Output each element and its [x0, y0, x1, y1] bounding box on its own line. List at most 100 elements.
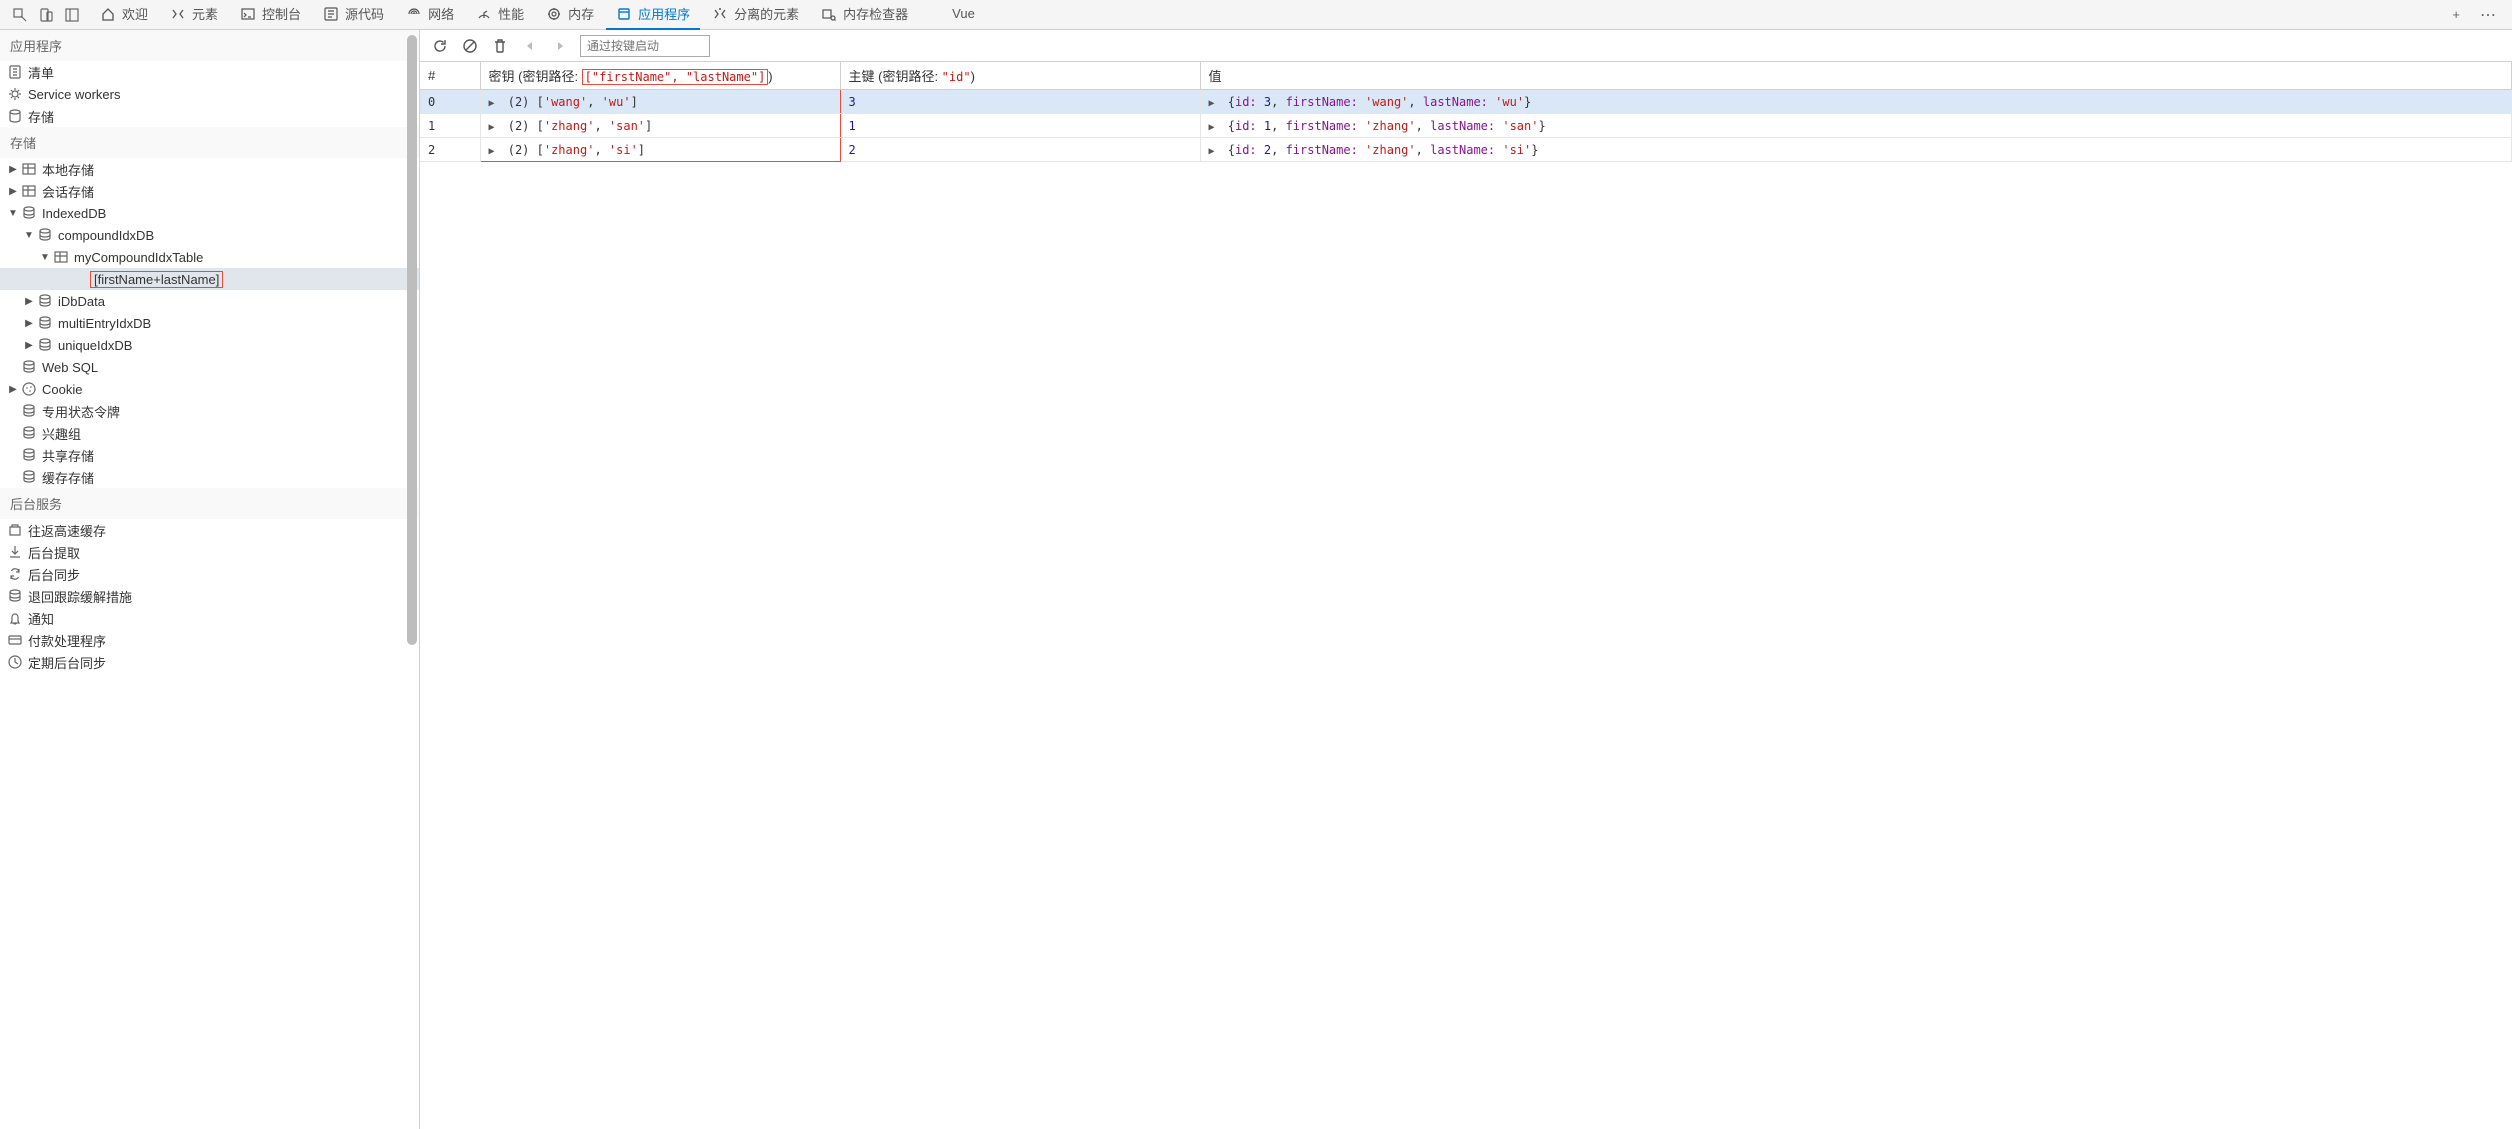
- tab-detached[interactable]: 分离的元素: [702, 0, 809, 30]
- col-index[interactable]: #: [420, 62, 480, 90]
- sidebar-item-label: 专用状态令牌: [42, 402, 413, 421]
- expand-icon: ▶: [22, 340, 36, 351]
- sidebar-item[interactable]: Web SQL: [0, 356, 419, 378]
- table-row[interactable]: 0▶ (2) ['wang', 'wu']3▶ {id: 3, firstNam…: [420, 90, 2512, 114]
- sidebar-item[interactable]: ▶会话存储: [0, 180, 419, 202]
- sidebar-item[interactable]: ▶本地存储: [0, 158, 419, 180]
- sidebar-item[interactable]: ▶ uniqueIdxDB: [0, 334, 419, 356]
- performance-icon: [476, 6, 492, 22]
- tab-network[interactable]: 网络: [396, 0, 464, 30]
- sidebar-item-label: 后台同步: [28, 565, 413, 584]
- application-sidebar: 应用程序 清单Service workers存储 存储 ▶本地存储▶会话存储▼I…: [0, 30, 420, 1129]
- topbar-dock-controls: [6, 7, 86, 23]
- table-row[interactable]: 2▶ (2) ['zhang', 'si']2▶ {id: 2, firstNa…: [420, 138, 2512, 162]
- table-row[interactable]: 1▶ (2) ['zhang', 'san']1▶ {id: 1, firstN…: [420, 114, 2512, 138]
- sidebar-item[interactable]: ▶multiEntryIdxDB: [0, 312, 419, 334]
- sidebar-item[interactable]: 兴趣组: [0, 422, 419, 444]
- tab-home[interactable]: 欢迎: [90, 0, 158, 30]
- tab-label: 内存: [568, 4, 594, 23]
- tab-meminspect[interactable]: 内存检查器: [811, 0, 918, 30]
- tab-console[interactable]: 控制台: [230, 0, 311, 30]
- sidebar-item[interactable]: 付款处理程序: [0, 629, 419, 651]
- home-icon: [100, 6, 116, 22]
- sidebar-item[interactable]: Service workers: [0, 83, 419, 105]
- expand-icon[interactable]: ▶: [489, 146, 501, 157]
- expand-icon[interactable]: ▶: [489, 98, 501, 109]
- cell-key: ▶ (2) ['wang', 'wu']: [480, 90, 840, 114]
- add-tab-button[interactable]: +: [2444, 3, 2468, 26]
- expand-icon[interactable]: ▶: [489, 122, 501, 133]
- sidebar-item[interactable]: 退回跟踪缓解措施: [0, 585, 419, 607]
- sidebar-item[interactable]: ▼myCompoundIdxTable: [0, 246, 419, 268]
- section-storage: 存储: [0, 127, 419, 158]
- sidebar-item-label: 后台提取: [28, 543, 413, 562]
- cell-index: 0: [420, 90, 480, 114]
- sidebar-item-label: Cookie: [42, 382, 413, 397]
- sidebar-item[interactable]: 后台提取: [0, 541, 419, 563]
- tab-sources[interactable]: 源代码: [313, 0, 394, 30]
- table-icon: [20, 183, 38, 199]
- col-value[interactable]: 值: [1200, 62, 2512, 90]
- device-icon[interactable]: [38, 7, 54, 23]
- panel-icon[interactable]: [64, 7, 80, 23]
- cell-index: 2: [420, 138, 480, 162]
- tab-performance[interactable]: 性能: [466, 0, 534, 30]
- tab-label: Vue: [952, 6, 975, 21]
- clear-button[interactable]: [460, 36, 480, 56]
- tab-memory[interactable]: 内存: [536, 0, 604, 30]
- sidebar-item-label: [firstName+lastName]: [90, 271, 413, 288]
- sidebar-item[interactable]: 专用状态令牌: [0, 400, 419, 422]
- sidebar-item-label: uniqueIdxDB: [58, 338, 413, 353]
- sidebar-item-label: 会话存储: [42, 182, 413, 201]
- sidebar-item[interactable]: ▶Cookie: [0, 378, 419, 400]
- sidebar-item-label: 存储: [28, 107, 413, 126]
- tab-vue[interactable]: Vue: [920, 0, 985, 30]
- expand-icon[interactable]: ▶: [1209, 122, 1221, 133]
- overflow-button[interactable]: ⋯: [2472, 1, 2506, 29]
- periodic-icon: [6, 654, 24, 670]
- sources-icon: [323, 6, 339, 22]
- storage-icon: [6, 108, 24, 124]
- expand-icon[interactable]: ▶: [1209, 98, 1221, 109]
- sidebar-item[interactable]: 共享存储: [0, 444, 419, 466]
- sidebar-item[interactable]: 通知: [0, 607, 419, 629]
- sidebar-item[interactable]: 清单: [0, 61, 419, 83]
- key-filter-input[interactable]: [580, 35, 710, 57]
- tab-label: 应用程序: [638, 4, 690, 23]
- cell-primary-key: 2: [840, 138, 1200, 162]
- sidebar-item-label: 退回跟踪缓解措施: [28, 587, 413, 606]
- tab-label: 控制台: [262, 4, 301, 23]
- tabs-container: 欢迎元素 控制台源代码网络性能 内存 应用程序分离的元素内存检查器 Vue: [90, 0, 2440, 30]
- sidebar-item[interactable]: ▼IndexedDB: [0, 202, 419, 224]
- application-icon: [616, 6, 632, 22]
- expand-icon[interactable]: ▶: [1209, 146, 1221, 157]
- section-application: 应用程序: [0, 30, 419, 61]
- sidebar-item[interactable]: ▶iDbData: [0, 290, 419, 312]
- db-icon: [20, 403, 38, 419]
- prev-page-button: [520, 36, 540, 56]
- tab-application[interactable]: 应用程序: [606, 0, 700, 30]
- sidebar-item-label: 往返高速缓存: [28, 521, 413, 540]
- tab-elements[interactable]: 元素: [160, 0, 228, 30]
- sidebar-item[interactable]: [firstName+lastName]: [0, 268, 419, 290]
- sidebar-item-label: 定期后台同步: [28, 653, 413, 672]
- sidebar-item-label: 共享存储: [42, 446, 413, 465]
- col-key[interactable]: 密钥 (密钥路径: ["firstName", "lastName"]): [480, 62, 840, 90]
- sidebar-item[interactable]: 后台同步: [0, 563, 419, 585]
- col-primary-key[interactable]: 主键 (密钥路径: "id"): [840, 62, 1200, 90]
- sidebar-item[interactable]: 往返高速缓存: [0, 519, 419, 541]
- detached-icon: [712, 6, 728, 22]
- expand-icon: ▶: [22, 296, 36, 307]
- cell-key: ▶ (2) ['zhang', 'si']: [480, 138, 840, 162]
- cache-icon: [6, 522, 24, 538]
- inspect-icon[interactable]: [12, 7, 28, 23]
- refresh-button[interactable]: [430, 36, 450, 56]
- sidebar-item-label: 本地存储: [42, 160, 413, 179]
- data-toolbar: [420, 30, 2512, 62]
- sidebar-item[interactable]: 缓存存储: [0, 466, 419, 488]
- delete-button[interactable]: [490, 36, 510, 56]
- sidebar-item[interactable]: ▼compoundIdxDB: [0, 224, 419, 246]
- sidebar-item[interactable]: 存储: [0, 105, 419, 127]
- next-page-button: [550, 36, 570, 56]
- sidebar-item[interactable]: 定期后台同步: [0, 651, 419, 673]
